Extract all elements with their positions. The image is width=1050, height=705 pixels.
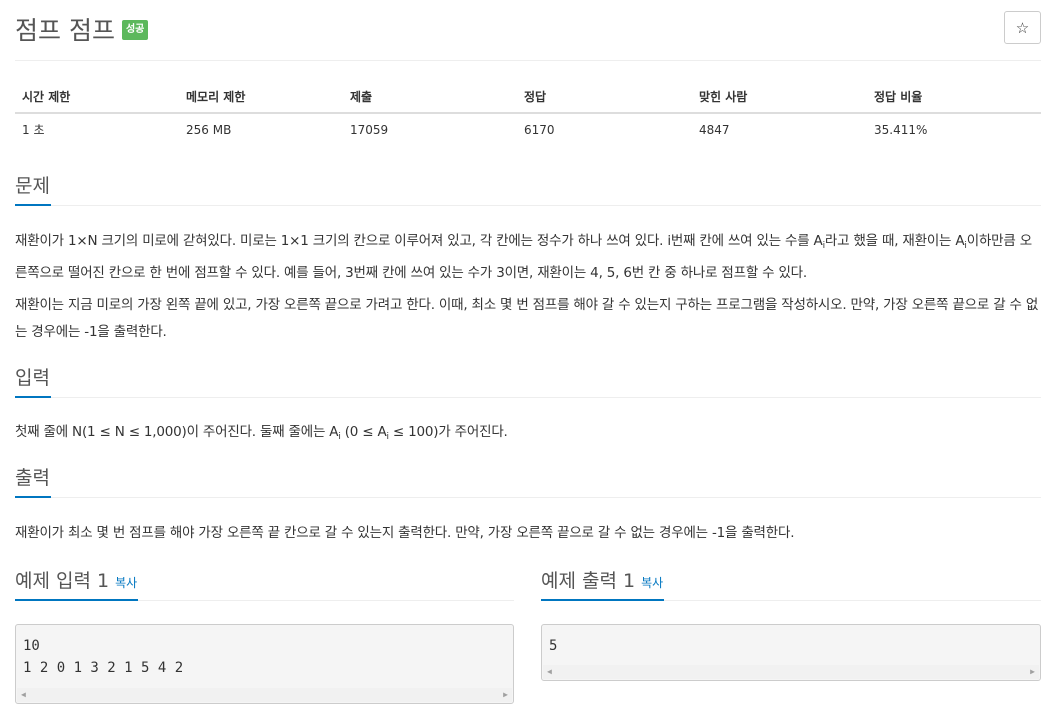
submissions-value: 17059 xyxy=(350,122,389,137)
sample-input-header: 예제 입력 1 복사 xyxy=(15,568,514,601)
copy-sample-output-link[interactable]: 복사 xyxy=(641,576,663,590)
scroll-left-icon[interactable]: ◀ xyxy=(547,667,552,676)
sample-input-text: 10 1 2 0 1 3 2 1 5 4 2 xyxy=(23,638,184,676)
status-badge: 성공 xyxy=(121,20,149,40)
time-limit-value: 1 초 xyxy=(22,123,45,137)
accepted-value: 6170 xyxy=(524,122,555,137)
sample-output-header: 예제 출력 1 복사 xyxy=(541,568,1041,601)
problem-description-2: 재환이는 지금 미로의 가장 왼쪽 끝에 있고, 가장 오른쪽 끝으로 가려고 … xyxy=(15,297,1039,340)
input-heading: 입력 xyxy=(15,365,51,398)
header-submissions: 제출 xyxy=(343,80,517,114)
sample-output-scrollbar[interactable]: ◀ ▶ xyxy=(543,665,1039,679)
sample-output-text: 5 xyxy=(549,638,558,654)
table-header-row: 시간 제한 메모리 제한 제출 정답 맞힌 사람 정답 비율 xyxy=(15,80,1041,114)
output-description: 재환이가 최소 몇 번 점프를 해야 가장 오른쪽 끝 칸으로 갈 수 있는지 … xyxy=(15,525,795,541)
problem-info-table: 시간 제한 메모리 제한 제출 정답 맞힌 사람 정답 비율 1 초 256 M… xyxy=(15,80,1041,145)
sample-output-heading: 예제 출력 1 복사 xyxy=(541,568,665,601)
star-icon: ☆ xyxy=(1015,18,1030,37)
solved-users-value: 4847 xyxy=(699,122,730,137)
header-accept-ratio: 정답 비율 xyxy=(867,80,1041,114)
output-heading: 출력 xyxy=(15,465,51,498)
sample-input-box[interactable]: 10 1 2 0 1 3 2 1 5 4 2 ◀ ▶ xyxy=(15,624,514,704)
title-row: 점프 점프 성공 xyxy=(15,12,149,46)
sample-output-box[interactable]: 5 ◀ ▶ xyxy=(541,624,1041,681)
problem-description-1: 재환이가 1×N 크기의 미로에 갇혀있다. 미로는 1×1 크기의 칸으로 이… xyxy=(15,233,1032,281)
problem-section-header: 문제 xyxy=(15,173,1041,206)
scroll-right-icon[interactable]: ▶ xyxy=(503,690,508,699)
page-title: 점프 점프 xyxy=(15,16,115,45)
header-solved-users: 맞힌 사람 xyxy=(692,80,867,114)
scroll-right-icon[interactable]: ▶ xyxy=(1030,667,1035,676)
sample-input-heading: 예제 입력 1 복사 xyxy=(15,568,139,601)
header-time-limit: 시간 제한 xyxy=(15,80,179,114)
star-button[interactable]: ☆ xyxy=(1004,11,1041,44)
input-description: 첫째 줄에 N(1 ≤ N ≤ 1,000)이 주어진다. 둘째 줄에는 Ai … xyxy=(15,424,508,442)
header-memory-limit: 메모리 제한 xyxy=(179,80,343,114)
copy-sample-input-link[interactable]: 복사 xyxy=(115,576,137,590)
sample-input-scrollbar[interactable]: ◀ ▶ xyxy=(17,688,512,702)
problem-heading: 문제 xyxy=(15,173,51,206)
memory-limit-value: 256 MB xyxy=(186,122,232,137)
output-section-header: 출력 xyxy=(15,465,1041,498)
table-row: 1 초 256 MB 17059 6170 4847 35.411% xyxy=(15,113,1041,145)
scroll-left-icon[interactable]: ◀ xyxy=(21,690,26,699)
header-accepted: 정답 xyxy=(517,80,692,114)
title-divider xyxy=(15,60,1041,61)
accept-ratio-value: 35.411% xyxy=(874,122,928,137)
input-section-header: 입력 xyxy=(15,365,1041,398)
